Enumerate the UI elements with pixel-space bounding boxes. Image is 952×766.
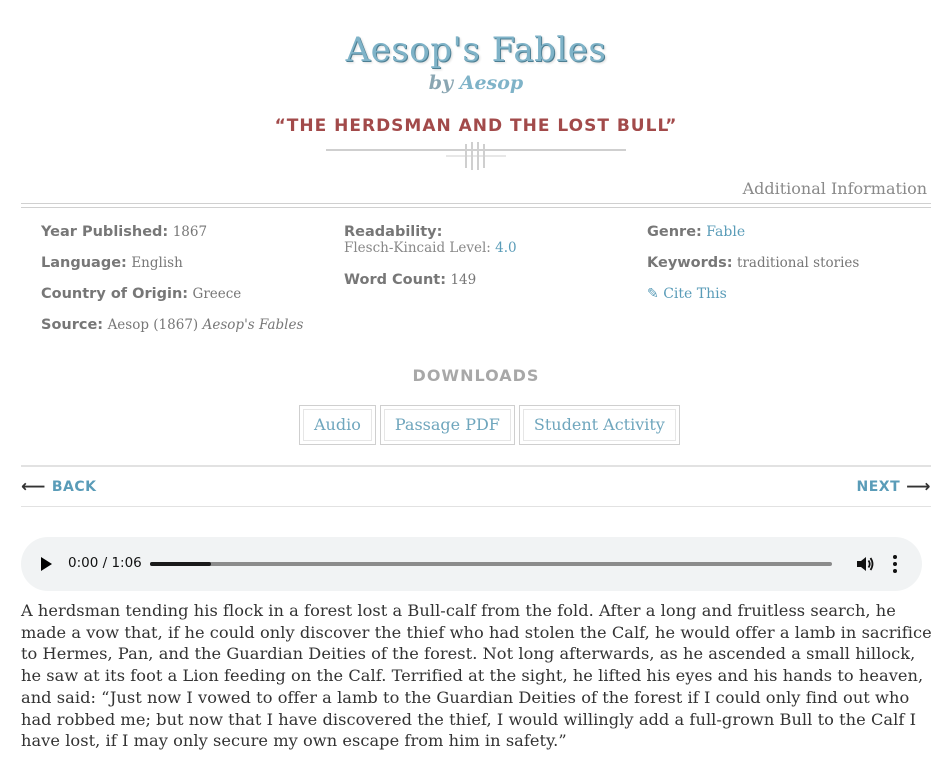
back-label: BACK <box>51 479 97 495</box>
student-activity-button-label: Student Activity <box>522 409 676 441</box>
audio-button-label: Audio <box>303 409 372 441</box>
next-label: NEXT <box>856 479 901 495</box>
word-count-label: Word Count: <box>344 272 446 288</box>
source-value: Aesop (1867) <box>107 317 199 333</box>
source-label: Source: <box>41 317 104 333</box>
fk-label: Flesch-Kincaid Level: <box>344 240 491 256</box>
source-title: Aesop's Fables <box>202 317 304 333</box>
downloads-heading: DOWNLOADS <box>412 366 540 385</box>
volume-icon[interactable] <box>855 554 875 574</box>
fk-value-link[interactable]: 4.0 <box>495 240 516 256</box>
story-title: “THE HERDSMAN AND THE LOST BULL” <box>274 116 678 136</box>
seek-bar-progress <box>150 562 212 566</box>
audio-player: 0:00 / 1:06 <box>21 537 922 591</box>
downloads-buttons: Audio Passage PDF Student Activity <box>299 405 680 445</box>
cite-this-link[interactable]: ✎ Cite This <box>647 284 859 304</box>
play-icon[interactable] <box>41 557 52 571</box>
country-label: Country of Origin: <box>41 286 189 302</box>
student-activity-button[interactable]: Student Activity <box>518 405 680 445</box>
cite-this-label[interactable]: Cite This <box>663 286 727 302</box>
additional-information-toggle[interactable]: Additional Information <box>743 179 927 198</box>
passage-pdf-button[interactable]: Passage PDF <box>379 405 515 445</box>
back-link[interactable]: ⟵ BACK <box>21 477 97 497</box>
book-title[interactable]: Aesop's Fables <box>0 30 952 70</box>
audio-download-button[interactable]: Audio <box>299 405 376 445</box>
story-navigation: ⟵ BACK NEXT ⟶ <box>21 465 931 507</box>
time-display: 0:00 / 1:06 <box>68 555 142 571</box>
keywords-value: traditional stories <box>737 255 860 271</box>
country-value: Greece <box>192 286 242 302</box>
divider <box>21 203 931 208</box>
language-value: English <box>131 255 183 271</box>
by-label: by <box>428 72 454 94</box>
keywords-label: Keywords: <box>647 255 733 271</box>
arrow-left-icon: ⟵ <box>21 477 46 497</box>
pencil-icon: ✎ <box>647 286 659 302</box>
more-options-icon[interactable] <box>893 555 899 573</box>
word-count-value: 149 <box>450 272 477 288</box>
metadata-column-2: Readability: Flesch-Kincaid Level: 4.0 W… <box>344 222 517 301</box>
byline: by Aesop <box>0 72 952 94</box>
readability-label: Readability: <box>344 224 443 240</box>
next-link[interactable]: NEXT ⟶ <box>857 477 932 497</box>
country-of-origin: Country of Origin: Greece <box>41 284 303 304</box>
source: Source: Aesop (1867) Aesop's Fables <box>41 315 303 335</box>
year-value: 1867 <box>172 224 208 240</box>
seek-bar[interactable] <box>150 562 832 566</box>
arrow-right-icon: ⟶ <box>906 477 931 497</box>
word-count: Word Count: 149 <box>344 270 517 290</box>
year-label: Year Published: <box>41 224 169 240</box>
genre: Genre: Fable <box>647 222 859 242</box>
genre-link[interactable]: Fable <box>706 224 745 240</box>
readability: Readability: <box>344 222 517 242</box>
metadata-column-1: Year Published: 1867 Language: English C… <box>41 222 303 346</box>
metadata-column-3: Genre: Fable Keywords: traditional stori… <box>647 222 859 315</box>
story-body: A herdsman tending his flock in a forest… <box>21 601 932 751</box>
title-divider-ornament <box>326 142 626 170</box>
year-published: Year Published: 1867 <box>41 222 303 242</box>
author-link[interactable]: Aesop <box>460 72 524 94</box>
flesch-kincaid-level: Flesch-Kincaid Level: 4.0 <box>344 240 517 256</box>
language: Language: English <box>41 253 303 273</box>
genre-label: Genre: <box>647 224 702 240</box>
passage-pdf-button-label: Passage PDF <box>383 409 511 441</box>
language-label: Language: <box>41 255 127 271</box>
keywords: Keywords: traditional stories <box>647 253 859 273</box>
